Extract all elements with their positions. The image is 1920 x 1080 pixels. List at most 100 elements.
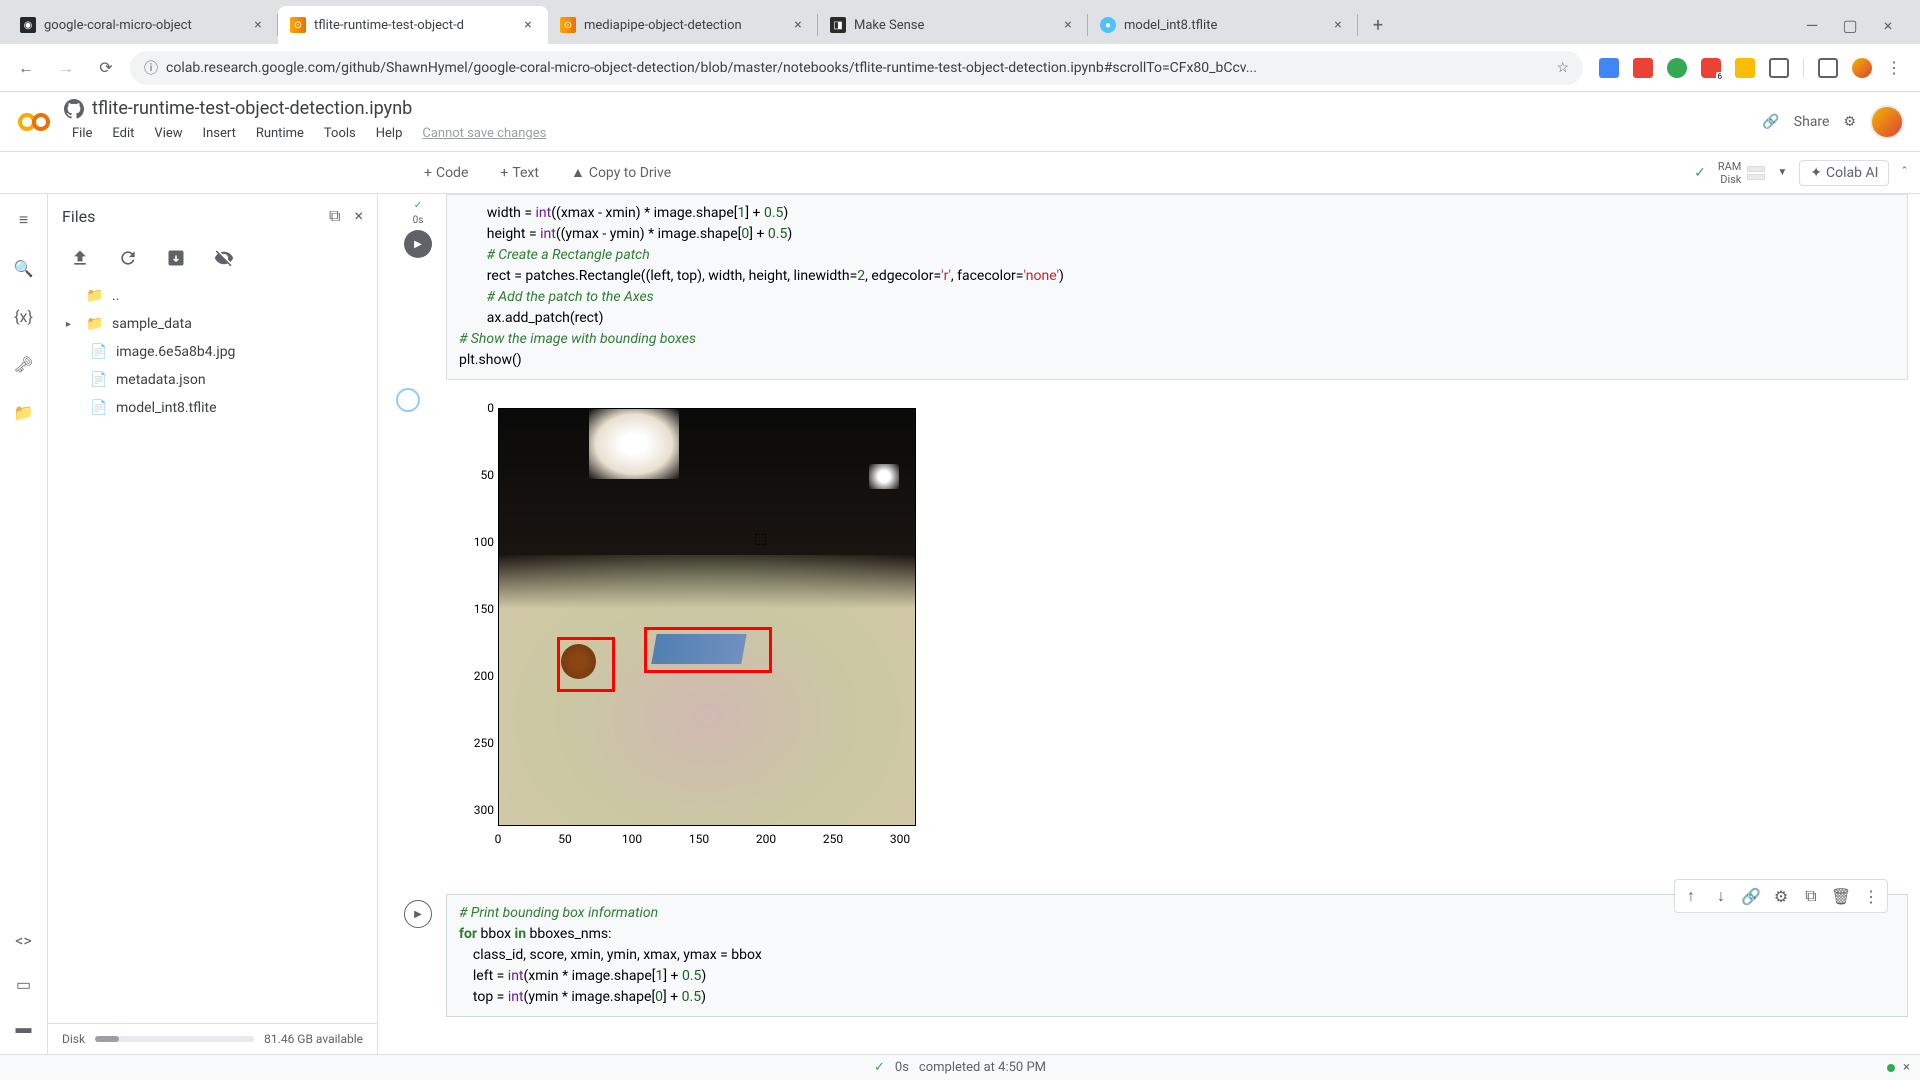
notebook-area[interactable]: ✓ 0s ▶ width = int((xmax - xmin) * image… [378, 194, 1920, 1054]
delete-cell-button[interactable]: 🗑 [1827, 882, 1855, 910]
tree-file[interactable]: 📄metadata.json [56, 366, 369, 394]
chevron-right-icon[interactable]: ▸ [66, 319, 78, 330]
file-icon: 📄 [90, 371, 108, 389]
copy-to-drive-button[interactable]: ▲Copy to Drive [563, 160, 679, 185]
new-window-icon[interactable]: ⧉ [329, 206, 340, 226]
tree-folder[interactable]: ▸📁sample_data [56, 310, 369, 338]
cell-menu-button[interactable]: ⋮ [1857, 882, 1885, 910]
status-exec-time: 0s [895, 1060, 909, 1075]
search-icon[interactable]: 🔍 [12, 256, 36, 280]
star-icon[interactable]: ☆ [1556, 60, 1569, 76]
menu-file[interactable]: File [64, 122, 100, 145]
link-cell-button[interactable]: 🔗 [1737, 882, 1765, 910]
files-title: Files [62, 207, 95, 226]
link-icon[interactable]: 🔗 [1762, 114, 1779, 130]
browser-tab[interactable]: ⊙ mediapipe-object-detection × [548, 6, 818, 44]
tree-up[interactable]: 📁.. [56, 282, 369, 310]
cell-settings-button[interactable]: ⚙ [1767, 882, 1795, 910]
output-user-icon[interactable] [396, 388, 420, 412]
tree-file[interactable]: 📄model_int8.tflite [56, 394, 369, 422]
code-body[interactable]: width = int((xmax - xmin) * image.shape[… [446, 194, 1908, 380]
menu-edit[interactable]: Edit [104, 122, 142, 145]
extension-icon[interactable] [1667, 58, 1687, 78]
browser-chrome: ◉ google-coral-micro-object × ⊙ tflite-r… [0, 0, 1920, 92]
menu-runtime[interactable]: Runtime [248, 122, 312, 145]
menu-insert[interactable]: Insert [195, 122, 244, 145]
netron-icon: ● [1100, 17, 1116, 33]
file-icon: 📄 [90, 399, 108, 417]
mount-drive-icon[interactable] [164, 246, 188, 270]
y-tick: 100 [474, 535, 494, 549]
browser-tab[interactable]: ● model_int8.tflite × [1088, 6, 1358, 44]
folder-icon: 📁 [86, 315, 104, 333]
extensions-menu-icon[interactable] [1769, 58, 1789, 78]
minimize-button[interactable]: — [1798, 11, 1826, 39]
plot-image: ⬚ [499, 409, 915, 825]
back-button[interactable]: ← [10, 52, 42, 84]
tree-file[interactable]: 📄image.6e5a8b4.jpg [56, 338, 369, 366]
command-palette-icon[interactable]: ▭ [12, 972, 36, 996]
url-input[interactable]: ⓘ colab.research.google.com/github/Shawn… [130, 51, 1583, 85]
menu-help[interactable]: Help [368, 122, 411, 145]
browser-tab[interactable]: ◨ Make Sense × [818, 6, 1088, 44]
close-icon[interactable]: × [790, 17, 806, 33]
extension-icon[interactable]: 6 [1701, 58, 1721, 78]
sidepanel-icon[interactable] [1818, 58, 1838, 78]
reload-button[interactable]: ⟳ [90, 52, 122, 84]
toolbar-right: ✓ RAMDisk ▼ ✦Colab AI ˆ [1694, 160, 1908, 186]
new-tab-button[interactable]: + [1362, 9, 1394, 41]
share-button[interactable]: Share [1794, 114, 1830, 130]
toc-icon[interactable]: ≡ [12, 208, 36, 232]
close-panel-icon[interactable]: × [354, 206, 363, 226]
upload-icon[interactable] [68, 246, 92, 270]
tab-title: Make Sense [854, 18, 1052, 33]
browser-tab-active[interactable]: ⊙ tflite-runtime-test-object-d × [278, 6, 548, 44]
forward-button[interactable]: → [50, 52, 82, 84]
add-code-button[interactable]: +Code [416, 161, 476, 185]
code-snippets-icon[interactable]: <> [12, 928, 36, 952]
browser-menu-icon[interactable]: ⋮ [1886, 58, 1902, 77]
menu-tools[interactable]: Tools [316, 122, 364, 145]
close-icon[interactable]: × [520, 17, 536, 33]
site-info-icon[interactable]: ⓘ [144, 58, 158, 78]
run-cell-button[interactable]: ▶ [404, 230, 432, 258]
sparkle-icon: ✦ [1810, 165, 1822, 181]
disk-available: 81.46 GB available [264, 1032, 363, 1046]
user-avatar[interactable] [1870, 105, 1904, 139]
cell-toolbar: ↑ ↓ 🔗 ⚙ ⧉ 🗑 ⋮ [1674, 879, 1888, 913]
extension-icon[interactable] [1633, 58, 1653, 78]
run-cell-button[interactable]: ▶ [404, 900, 432, 928]
terminal-icon[interactable]: ▬ [12, 1016, 36, 1040]
refresh-icon[interactable] [116, 246, 140, 270]
resource-bars [1747, 166, 1765, 180]
move-up-button[interactable]: ↑ [1677, 882, 1705, 910]
profile-avatar[interactable] [1852, 58, 1872, 78]
settings-icon[interactable]: ⚙ [1843, 114, 1856, 130]
colab-ai-button[interactable]: ✦Colab AI [1799, 160, 1889, 186]
status-close-button[interactable]: × [1903, 1060, 1910, 1075]
dropdown-icon[interactable]: ▼ [1777, 167, 1787, 178]
menu-view[interactable]: View [146, 122, 190, 145]
variables-icon[interactable]: {x} [12, 304, 36, 328]
notebook-title[interactable]: tflite-runtime-test-object-detection.ipy… [92, 98, 412, 119]
extension-icon[interactable] [1735, 58, 1755, 78]
maximize-button[interactable]: ▢ [1836, 11, 1864, 39]
extension-icon[interactable] [1599, 58, 1619, 78]
status-bar: ✓ 0s completed at 4:50 PM × [0, 1054, 1920, 1080]
code-cell-active: ↑ ↓ 🔗 ⚙ ⧉ 🗑 ⋮ ▶ # Print bounding box inf… [390, 894, 1908, 1017]
browser-tab[interactable]: ◉ google-coral-micro-object × [8, 6, 278, 44]
files-icon[interactable]: 📁 [12, 400, 36, 424]
mirror-cell-button[interactable]: ⧉ [1797, 882, 1825, 910]
secrets-icon[interactable]: 🗝 [12, 352, 36, 376]
move-down-button[interactable]: ↓ [1707, 882, 1735, 910]
collapse-icon[interactable]: ˆ [1901, 165, 1908, 181]
add-text-button[interactable]: +Text [492, 161, 547, 185]
files-header: Files ⧉ × [48, 194, 377, 238]
hide-icon[interactable] [212, 246, 236, 270]
close-icon[interactable]: × [1060, 17, 1076, 33]
resource-indicator[interactable]: RAMDisk [1718, 160, 1766, 186]
close-button[interactable]: × [1874, 11, 1902, 39]
close-icon[interactable]: × [1330, 17, 1346, 33]
colab-title-area: tflite-runtime-test-object-detection.ipy… [64, 98, 1762, 145]
close-icon[interactable]: × [250, 17, 266, 33]
